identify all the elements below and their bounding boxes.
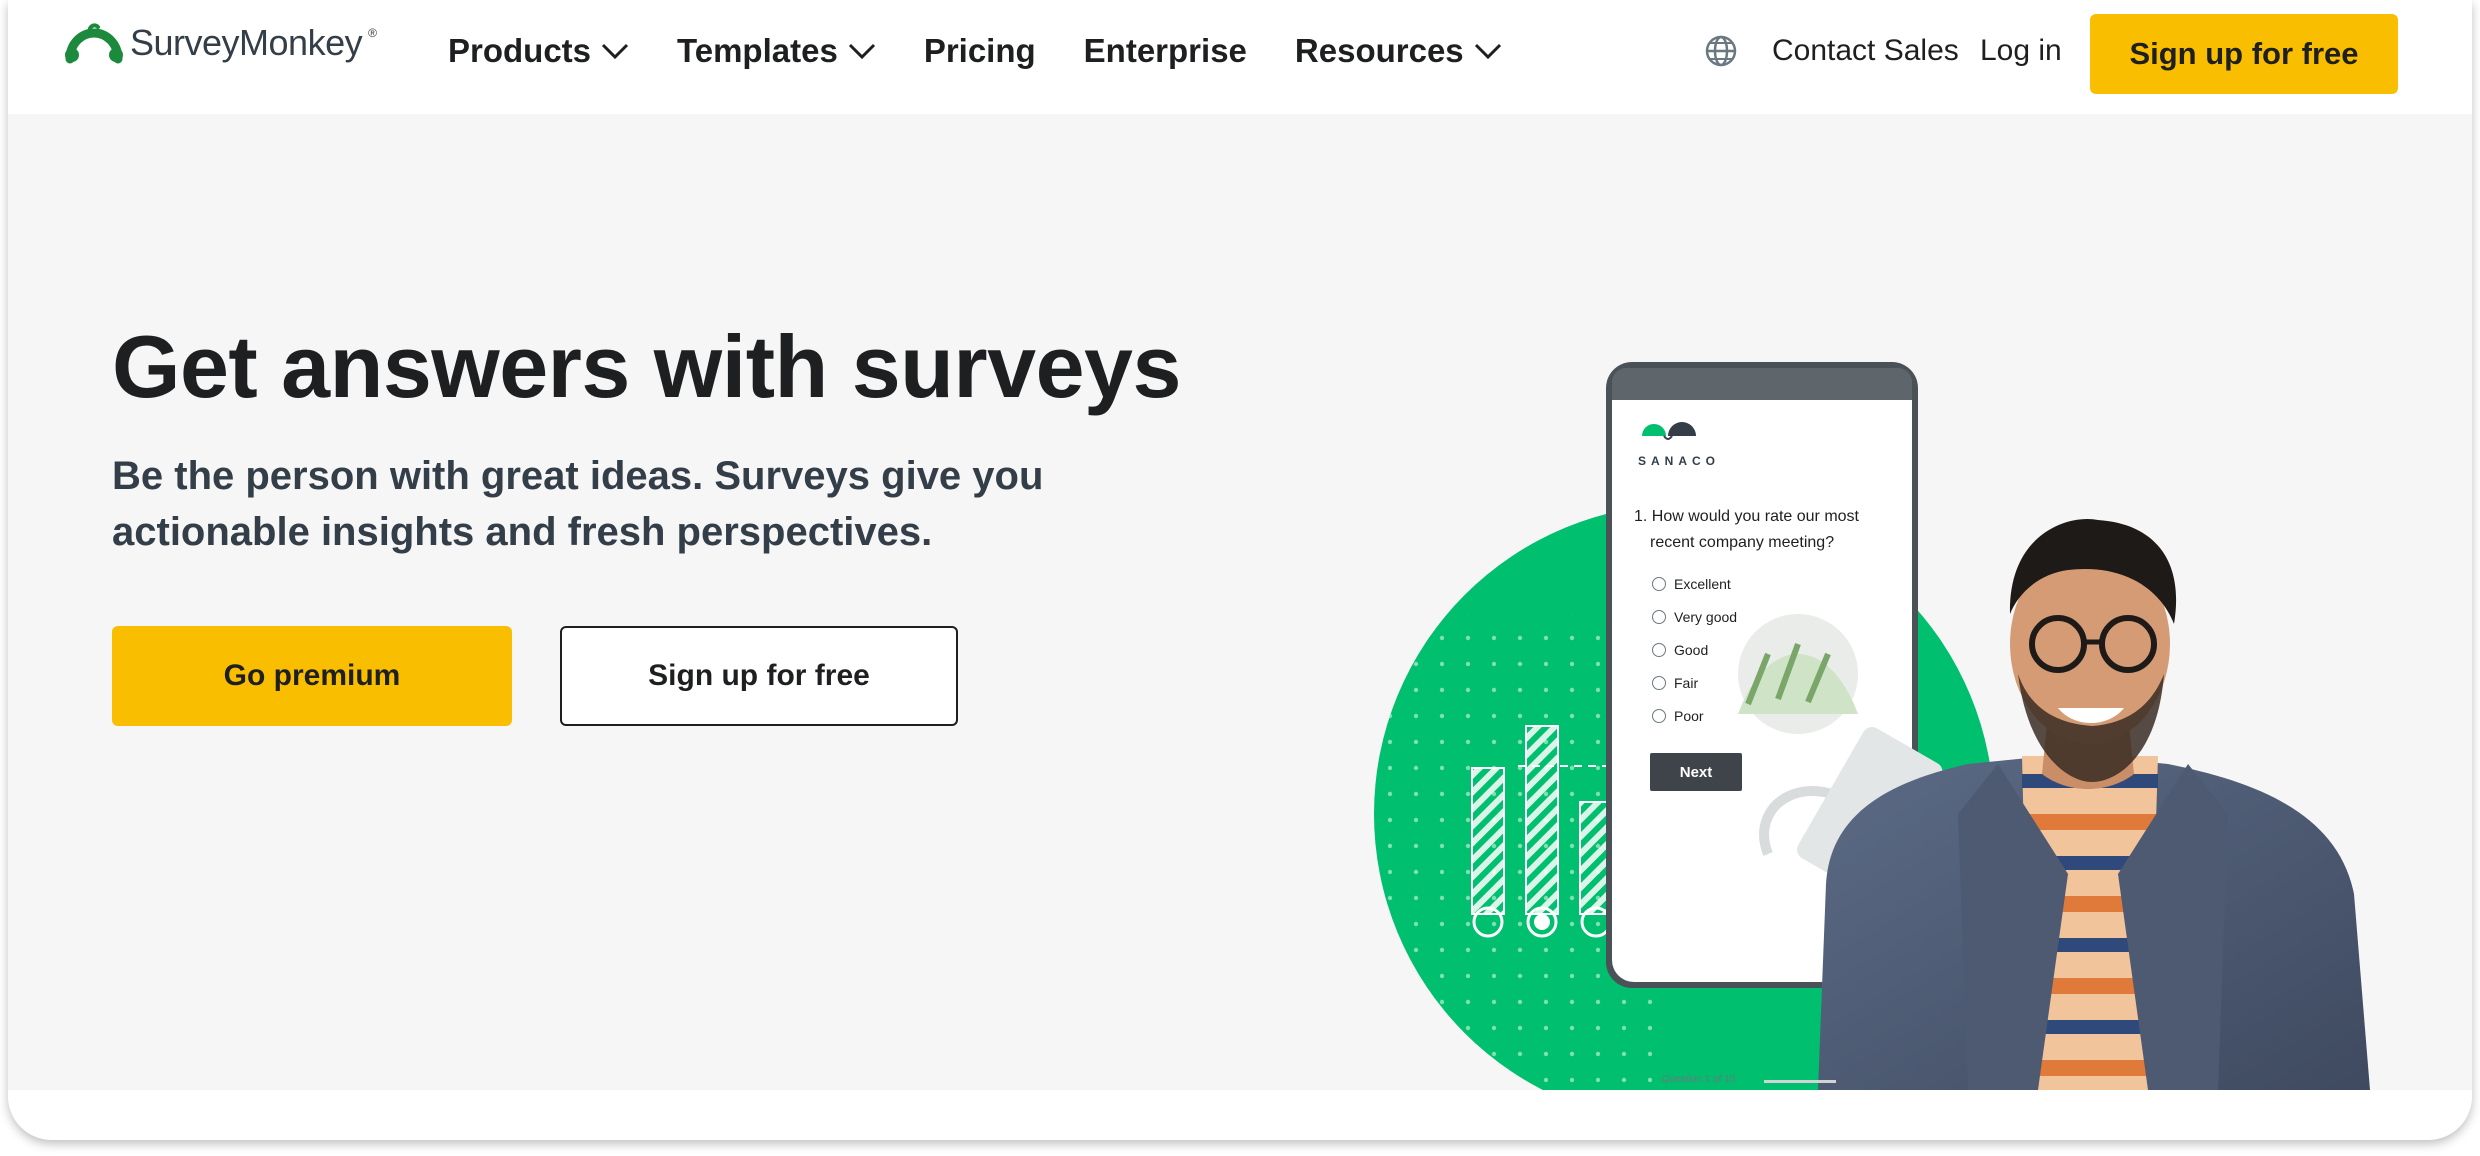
nav-item-label: Pricing xyxy=(923,32,1036,69)
nav-item-label: Resources xyxy=(1294,32,1464,69)
logo-icon xyxy=(65,23,123,64)
contact-sales-link[interactable]: Contact Sales xyxy=(1772,34,1959,68)
hero-illustration xyxy=(1374,362,2370,1090)
login-link[interactable]: Log in xyxy=(1980,34,2062,68)
registered-mark: ® xyxy=(368,26,377,40)
nav-item-label: Products xyxy=(448,32,592,69)
chevron-down-icon xyxy=(848,43,875,60)
chevron-down-icon xyxy=(601,43,629,60)
page-frame: SurveyMonkey ® Products Templates Pricin… xyxy=(8,0,2472,1140)
nav-item-products[interactable]: Products xyxy=(448,26,629,76)
globe-icon[interactable] xyxy=(1704,34,1738,68)
nav-item-enterprise[interactable]: Enterprise xyxy=(1084,26,1247,76)
chevron-down-icon xyxy=(1474,43,1501,60)
logo-wordmark: SurveyMonkey xyxy=(130,22,363,63)
nav-item-resources[interactable]: Resources xyxy=(1295,26,1502,76)
hero-section: Get answers with surveys Be the person w… xyxy=(8,114,2472,1090)
nav-item-pricing[interactable]: Pricing xyxy=(924,26,1036,76)
nav-item-templates[interactable]: Templates xyxy=(677,26,876,76)
page-bottom xyxy=(8,1090,2472,1140)
nav-item-label: Enterprise xyxy=(1083,32,1247,69)
main-nav: Products Templates Pricing Enterprise Re… xyxy=(448,26,1550,76)
top-navigation: SurveyMonkey ® Products Templates Pricin… xyxy=(8,0,2472,112)
surveymonkey-logo[interactable]: SurveyMonkey ® xyxy=(64,18,377,68)
signup-button-header[interactable]: Sign up for free xyxy=(2090,14,2398,94)
nav-item-label: Templates xyxy=(677,32,838,69)
